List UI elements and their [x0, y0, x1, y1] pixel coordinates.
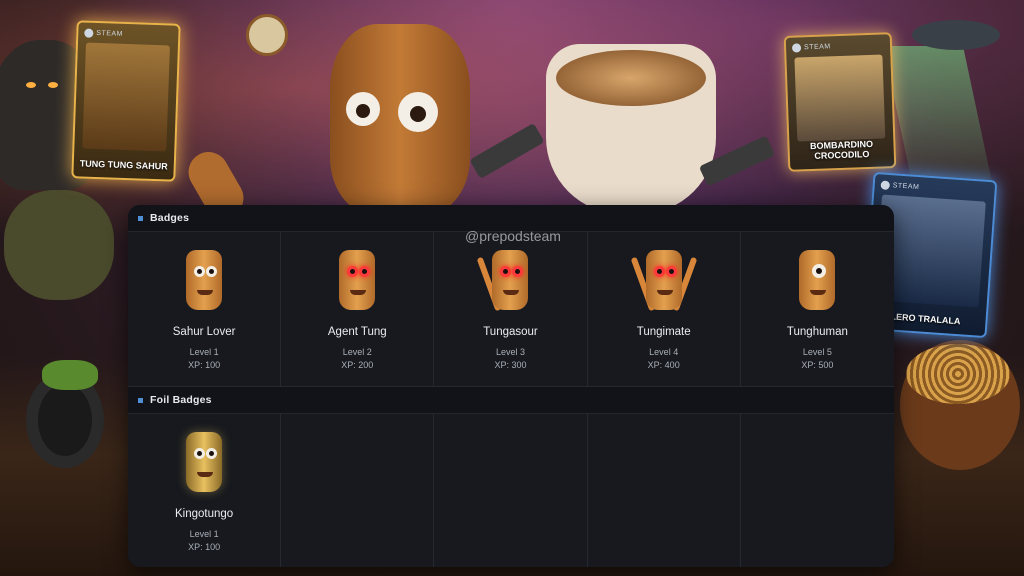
badge-xp: XP: 500: [801, 360, 834, 370]
noodles: [906, 344, 1010, 404]
badge-item[interactable]: Tungasour Level 3 XP: 300: [434, 232, 588, 387]
section-marker-icon: [138, 397, 143, 403]
trading-card: STEAM BOMBARDINO CROCODILO: [783, 32, 897, 172]
empty-badge-slot: [434, 414, 588, 567]
badge-name: Sahur Lover: [172, 326, 236, 338]
mouth-icon: [810, 290, 827, 295]
badge-xp: XP: 300: [494, 360, 527, 370]
red-eye-icon: [512, 266, 524, 277]
card-header: STEAM: [84, 28, 172, 41]
badge-image: [182, 250, 226, 312]
badge-xp: XP: 400: [647, 360, 680, 370]
latte-art: [556, 50, 706, 106]
badge-item[interactable]: Sahur Lover Level 1 XP: 100: [128, 232, 282, 387]
badge-image: [630, 250, 698, 312]
badge-name: Tungasour: [483, 326, 538, 338]
card-title: BOMBARDINO CROCODILO: [809, 138, 874, 161]
tung-face-icon: [186, 250, 223, 310]
card-header-label: STEAM: [96, 29, 124, 38]
foil-badge-item[interactable]: Kingotungo Level 1 XP: 100: [128, 414, 282, 567]
foil-badges-grid: Kingotungo Level 1 XP: 100: [128, 414, 894, 567]
tung-agent-face-icon: [339, 250, 376, 310]
mouth-icon: [656, 290, 673, 295]
badge-level: Level 2: [342, 347, 372, 357]
empty-badge-slot: [741, 414, 894, 567]
red-eye-icon: [359, 266, 371, 277]
badges-panel: @prepodsteam Badges Sahur Lover Level 1 …: [128, 205, 894, 567]
mouth-icon: [197, 472, 214, 477]
steam-icon: [880, 180, 891, 191]
red-eye-icon: [653, 266, 665, 277]
section-title: Foil Badges: [150, 394, 212, 406]
watermark: @prepodsteam: [465, 228, 561, 244]
badge-level: Level 1: [189, 529, 219, 539]
badge-image: [182, 432, 226, 494]
section-marker-icon: [138, 215, 143, 221]
clock-icon: [246, 14, 288, 56]
mouth-icon: [350, 290, 367, 295]
tung-cyclops-face-icon: [799, 250, 836, 310]
badge-name: Tunghuman: [786, 326, 848, 338]
mouth-icon: [503, 290, 520, 295]
steam-icon: [791, 43, 802, 53]
trading-card: STEAM TUNG TUNG SAHUR: [71, 20, 181, 182]
badges-grid: Sahur Lover Level 1 XP: 100 Agent Tung L…: [128, 232, 894, 387]
empty-badge-slot: [281, 414, 435, 567]
card-header-label: STEAM: [892, 182, 920, 192]
tung-king-face-icon: [186, 432, 223, 492]
badge-level: Level 4: [649, 347, 679, 357]
badge-image: [795, 250, 839, 312]
eye-icon: [194, 448, 206, 459]
eye-icon: [206, 266, 218, 277]
badge-level: Level 1: [189, 347, 219, 357]
steam-icon: [84, 28, 94, 38]
tree-creature-eye: [26, 82, 36, 88]
badge-level: Level 5: [802, 347, 832, 357]
card-title: TUNG TUNG SAHUR: [79, 158, 168, 172]
badge-item[interactable]: Tunghuman Level 5 XP: 500: [740, 232, 894, 387]
cactus-elephant: [4, 190, 114, 300]
badge-name: Kingotungo: [174, 508, 234, 520]
card-header: STEAM: [880, 180, 988, 197]
badge-item[interactable]: Tungimate Level 4 XP: 400: [587, 232, 741, 387]
tree-creature-eye: [48, 82, 58, 88]
card-header: STEAM: [791, 40, 884, 53]
eye-icon: [206, 448, 218, 459]
wooden-character-pupil: [410, 106, 426, 122]
red-eye-icon: [665, 266, 677, 277]
badge-item[interactable]: Agent Tung Level 2 XP: 200: [281, 232, 435, 387]
red-eye-icon: [347, 266, 359, 277]
badge-image: [477, 250, 532, 312]
foil-badges-section-header: Foil Badges: [128, 387, 894, 414]
badge-name: Tungimate: [636, 326, 691, 338]
card-header-label: STEAM: [803, 43, 831, 52]
wooden-character-pupil: [356, 104, 370, 118]
section-title: Badges: [150, 212, 190, 224]
badge-name: Agent Tung: [327, 326, 387, 338]
red-eye-icon: [500, 266, 512, 277]
badge-xp: XP: 100: [188, 542, 221, 552]
mouth-icon: [197, 290, 214, 295]
badge-xp: XP: 200: [341, 360, 374, 370]
frog-head: [42, 360, 98, 390]
empty-badge-slot: [588, 414, 741, 567]
badge-image: [335, 250, 379, 312]
card-art: [82, 42, 170, 152]
tung-bat-face-icon: [492, 250, 529, 310]
badge-level: Level 3: [495, 347, 525, 357]
eye-icon: [194, 266, 206, 277]
ufo-icon: [912, 20, 1000, 50]
badge-xp: XP: 100: [188, 360, 221, 370]
tung-double-bat-face-icon: [645, 250, 682, 310]
single-eye-icon: [812, 264, 827, 278]
card-art: [794, 54, 886, 142]
